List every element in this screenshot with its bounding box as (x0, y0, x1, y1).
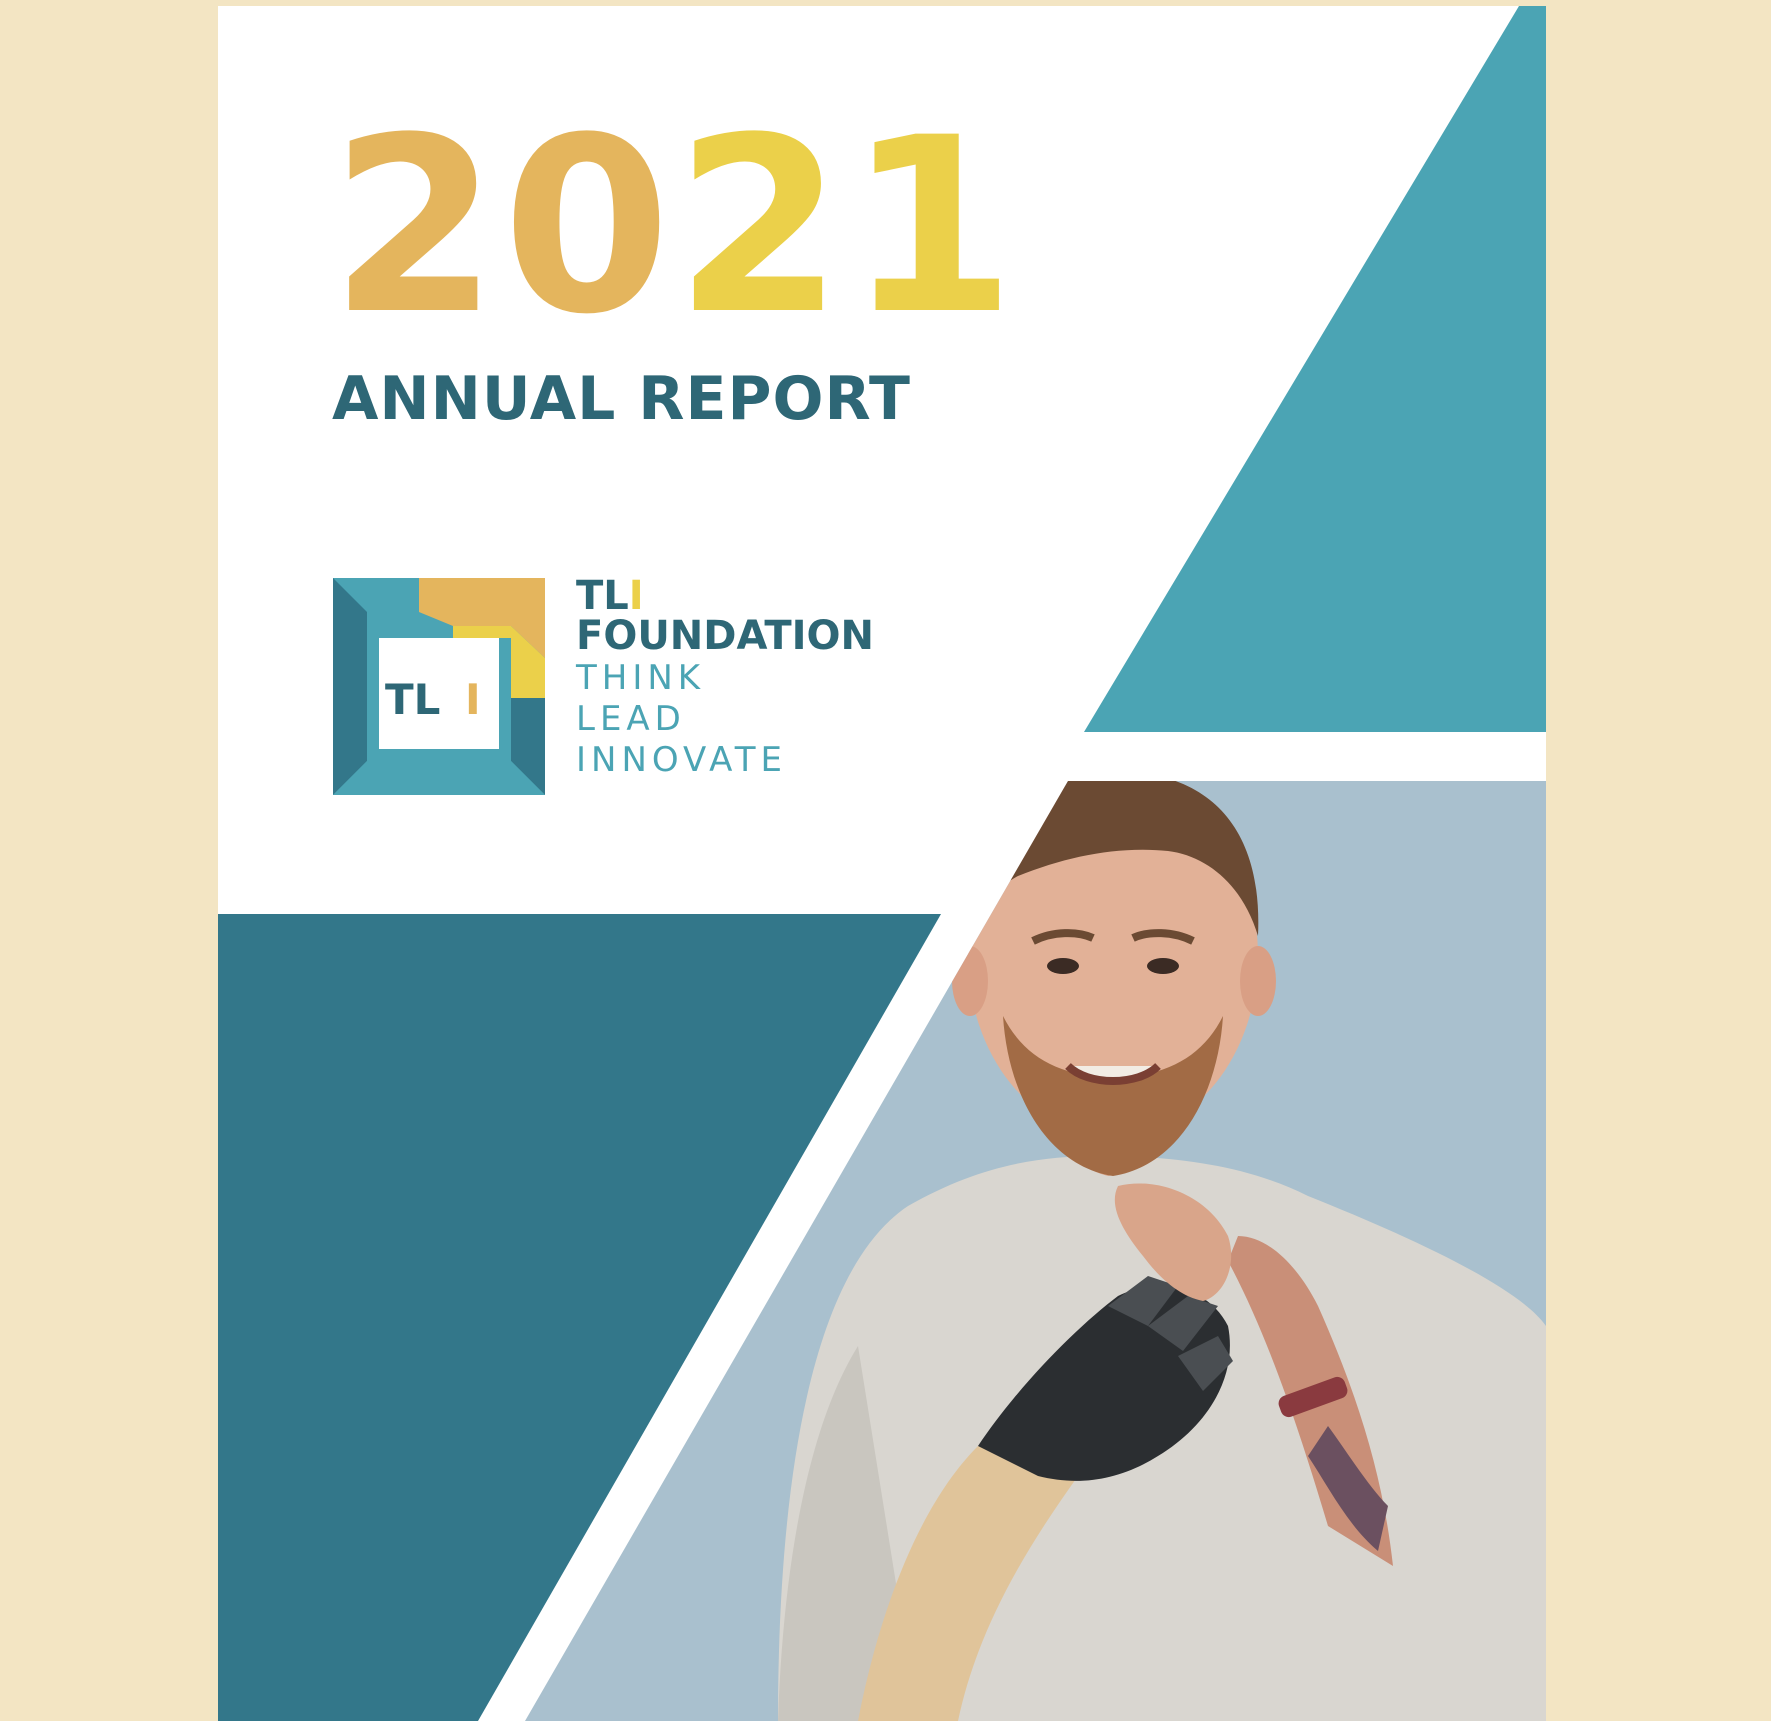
report-year-part1: 20 (330, 86, 675, 368)
tagline-innovate: INNOVATE (576, 740, 788, 780)
tagline-think: THINK (576, 658, 706, 698)
left-ear (952, 946, 988, 1016)
logo-mark-text-main: TL (385, 675, 440, 724)
logo-mark-text-accent: I (465, 675, 481, 724)
tli-logo-mark-icon: TL I (333, 578, 545, 795)
left-eye (1047, 958, 1079, 974)
right-eye (1147, 958, 1179, 974)
report-cover-page: 2021 ANNUAL REPORT TL I TLI FOUNDATION T… (218, 6, 1546, 1721)
report-year: 2021 (330, 106, 1020, 348)
tagline-lead: LEAD (576, 699, 686, 739)
smile (1065, 1062, 1161, 1085)
logo-wordmark: TLI FOUNDATION THINK LEAD INNOVATE (576, 576, 874, 781)
logo-name-line1: TLI (576, 576, 874, 616)
report-title: ANNUAL REPORT (332, 364, 911, 434)
right-ear (1240, 946, 1276, 1016)
logo-frame-left (333, 578, 367, 795)
logo-frame-bottom (333, 761, 545, 795)
logo-yellow-edge (453, 626, 511, 638)
report-year-part2: 21 (674, 86, 1020, 368)
logo-name-line2: FOUNDATION (576, 613, 874, 659)
